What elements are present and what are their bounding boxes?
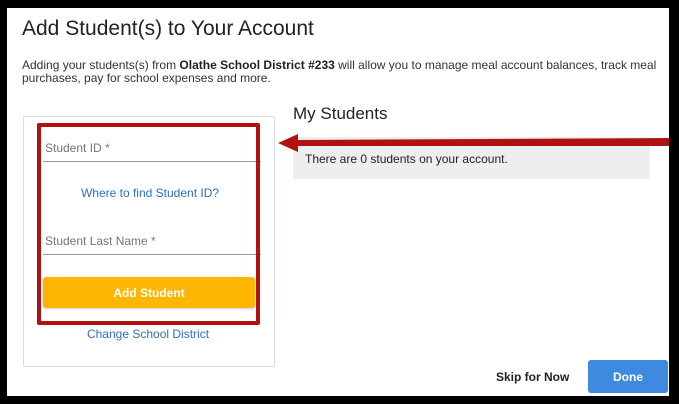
add-student-dialog: Add Student(s) to Your Account Adding yo… xyxy=(7,8,669,396)
done-button[interactable]: Done xyxy=(588,360,668,393)
page-title: Add Student(s) to Your Account xyxy=(22,17,314,40)
add-student-button[interactable]: Add Student xyxy=(43,277,255,308)
empty-students-message: There are 0 students on your account. xyxy=(305,152,508,166)
description-prefix: Adding your students(s) from xyxy=(22,58,180,72)
where-to-find-student-id-link[interactable]: Where to find Student ID? xyxy=(43,186,257,200)
student-last-name-input[interactable] xyxy=(43,232,261,255)
description: Adding your students(s) from Olathe Scho… xyxy=(22,59,662,85)
student-id-input[interactable] xyxy=(43,139,261,162)
district-name: Olathe School District #233 xyxy=(179,58,335,72)
change-school-district-link[interactable]: Change School District xyxy=(23,327,273,341)
skip-for-now-link[interactable]: Skip for Now xyxy=(496,370,569,384)
red-pointer-arrow-icon xyxy=(278,134,669,152)
my-students-heading: My Students xyxy=(293,104,388,123)
